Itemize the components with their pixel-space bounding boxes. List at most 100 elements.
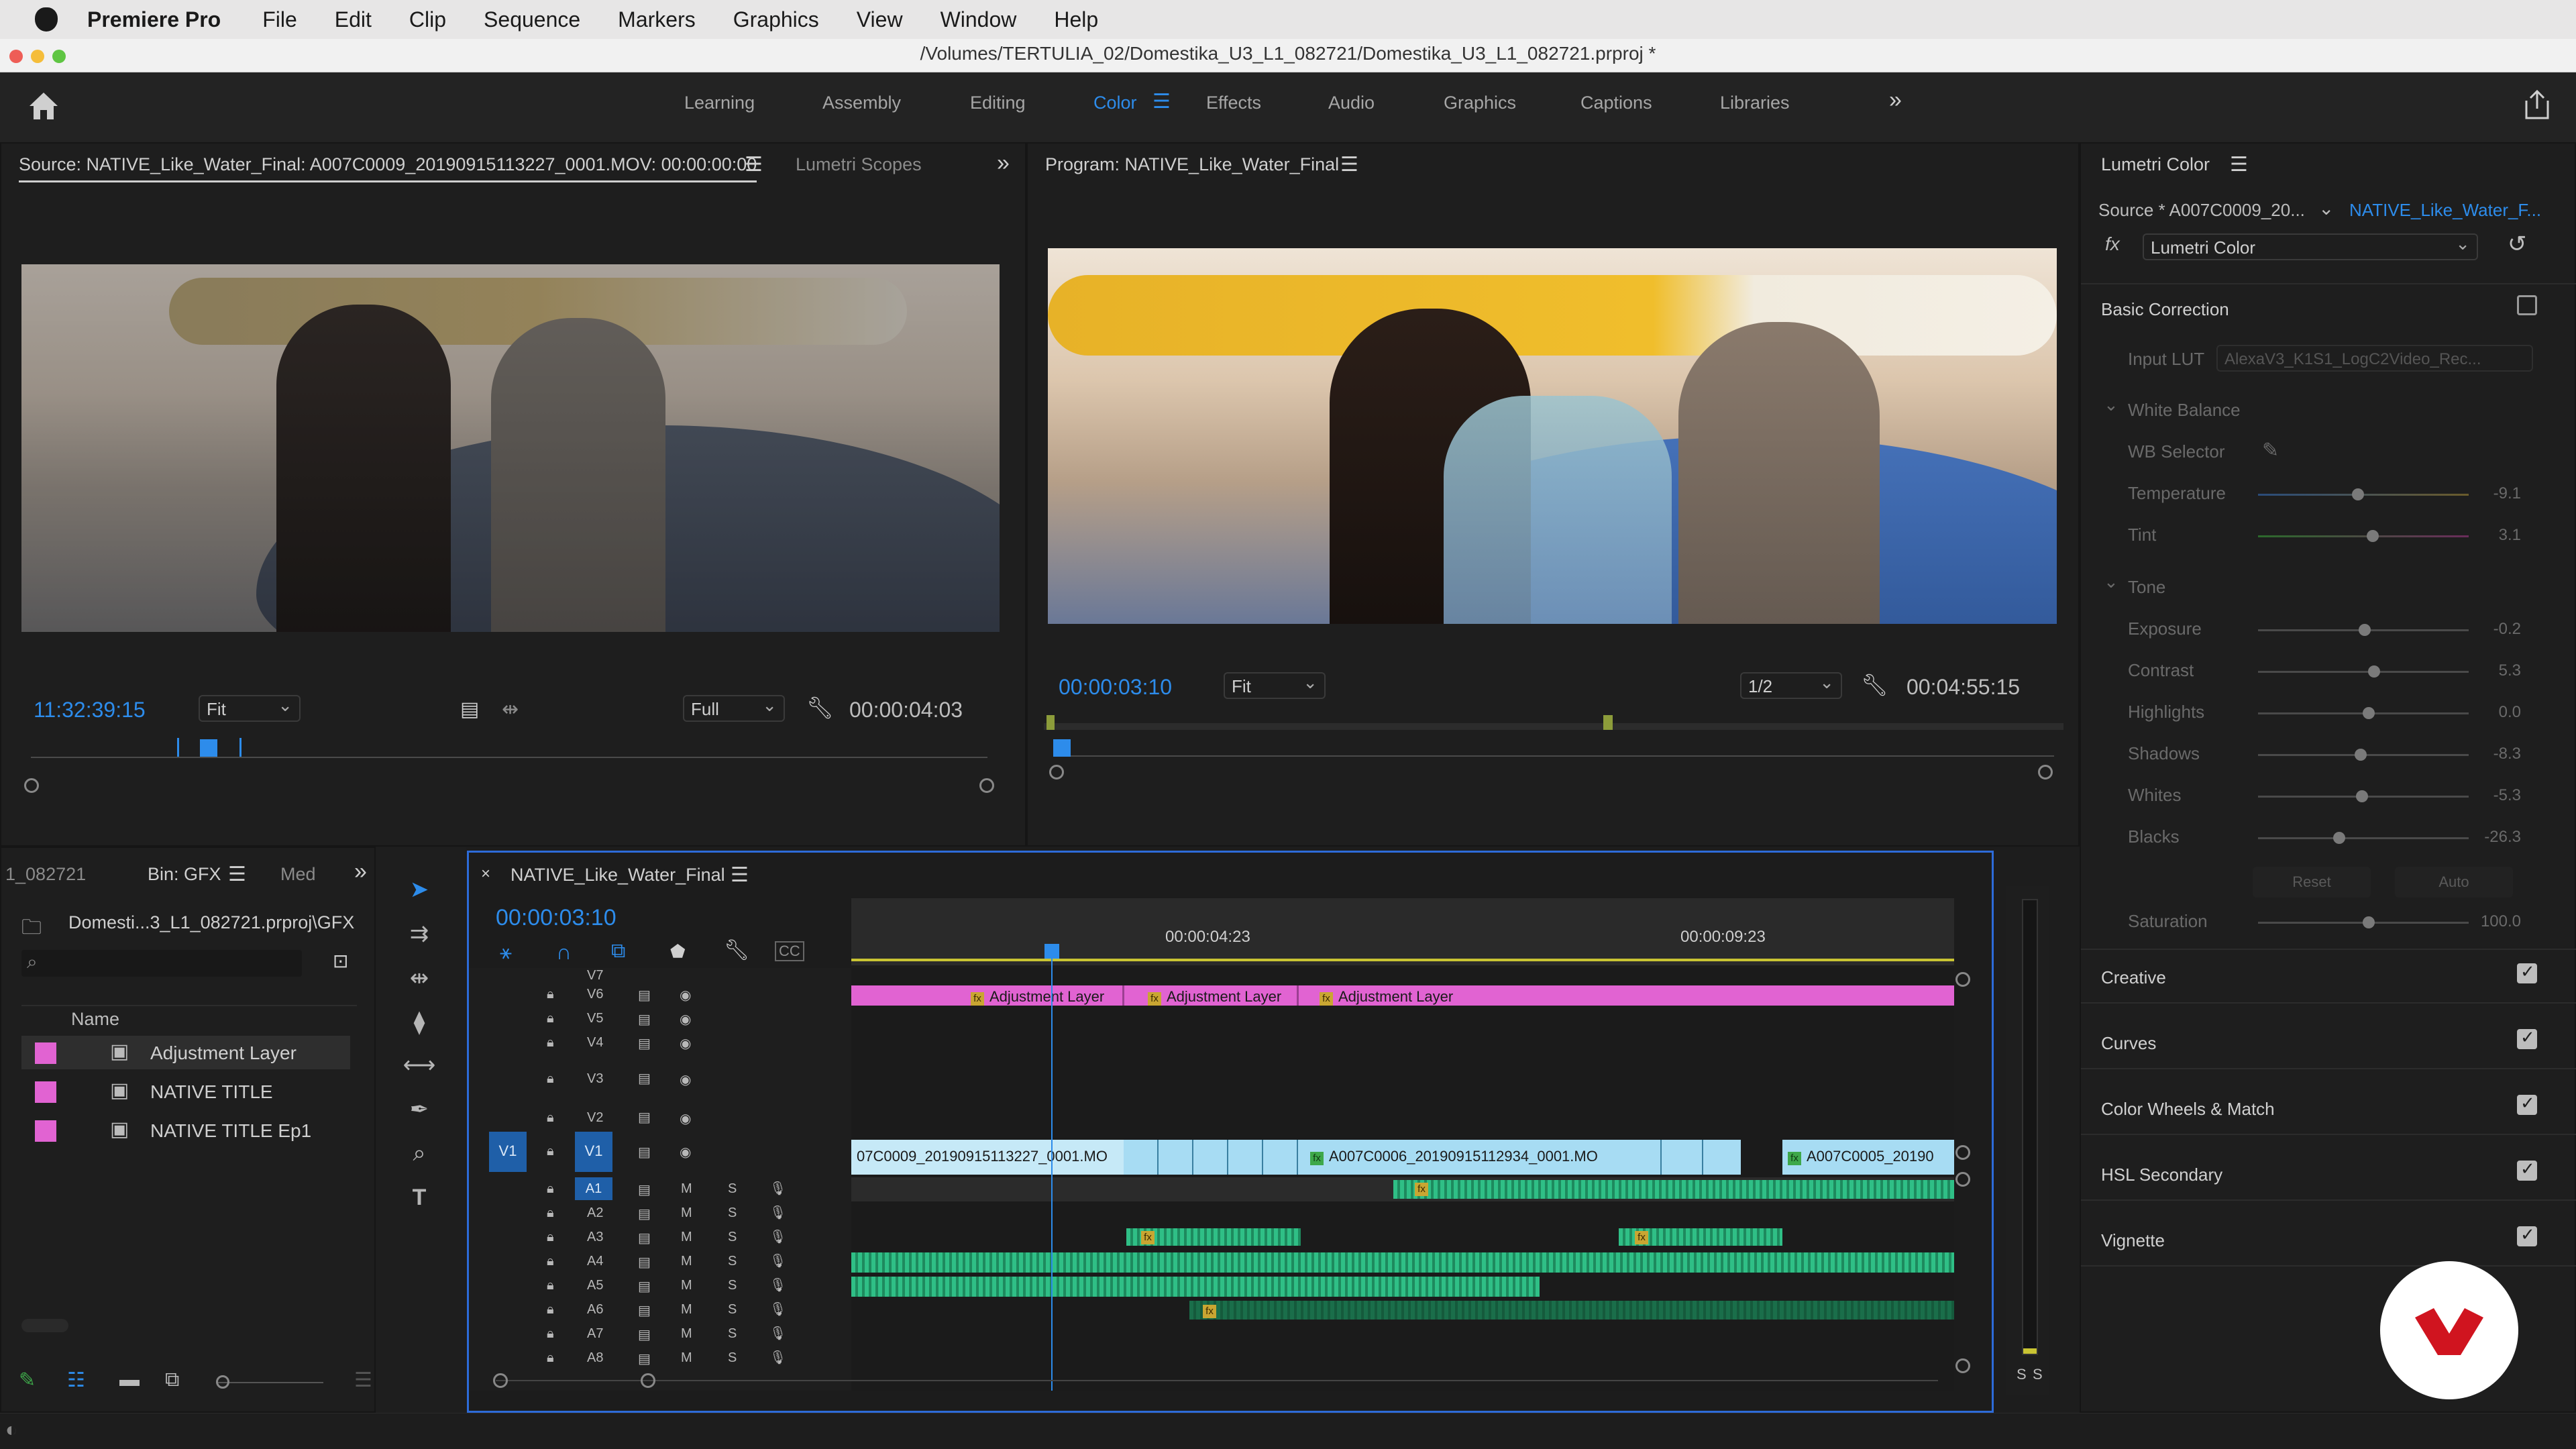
shadows-value[interactable]: -8.3: [2467, 745, 2521, 763]
program-monitor-tab[interactable]: Program: NATIVE_Like_Water_Final: [1045, 154, 1339, 175]
tint-value[interactable]: 3.1: [2467, 526, 2521, 545]
timeline-playhead-timecode[interactable]: 00:00:03:10: [496, 905, 616, 931]
lock-icon[interactable]: 🔒︎: [547, 1278, 554, 1293]
bin-item-native-title[interactable]: ▣ NATIVE TITLE: [21, 1075, 350, 1108]
pen-tool-icon[interactable]: ✒: [402, 1096, 436, 1130]
sync-lock-icon[interactable]: ▤: [638, 1254, 651, 1271]
solo-button[interactable]: S: [728, 1302, 737, 1318]
panel-menu-icon[interactable]: ☰: [228, 863, 246, 886]
eye-icon[interactable]: ◉: [680, 1144, 691, 1161]
program-in-marker[interactable]: [1046, 715, 1055, 730]
panel-menu-icon[interactable]: ☰: [354, 1368, 372, 1392]
video-clip[interactable]: fx A007C0006_20190915112934_0001.MO: [1305, 1140, 1620, 1175]
microphone-icon[interactable]: 🎙︎: [769, 1228, 786, 1245]
wrench-icon[interactable]: 🔧︎: [724, 938, 749, 962]
program-work-area-bar[interactable]: [1044, 723, 2063, 730]
workspace-color[interactable]: Color: [1093, 93, 1137, 113]
home-icon[interactable]: [27, 90, 60, 122]
microphone-icon[interactable]: 🎙︎: [769, 1325, 786, 1342]
adjustment-layer-clip[interactable]: fx Adjustment Layer: [1142, 985, 1301, 1006]
saturation-value[interactable]: 100.0: [2467, 912, 2521, 931]
close-tab-icon[interactable]: ×: [481, 865, 490, 883]
mute-button[interactable]: M: [681, 1326, 692, 1342]
whites-value[interactable]: -5.3: [2467, 786, 2521, 805]
basic-correction-checkbox[interactable]: [2517, 295, 2537, 315]
double-chevron-right-icon[interactable]: »: [354, 859, 367, 885]
solo-button[interactable]: S: [728, 1181, 737, 1197]
label-color-swatch[interactable]: [35, 1120, 56, 1142]
media-browser-tab[interactable]: Med: [280, 864, 316, 885]
solo-button[interactable]: S: [728, 1350, 737, 1366]
workspace-effects[interactable]: Effects: [1206, 93, 1261, 113]
microphone-icon[interactable]: 🎙︎: [769, 1252, 786, 1269]
menu-view[interactable]: View: [857, 7, 903, 32]
menu-file[interactable]: File: [262, 7, 297, 32]
timeline-ruler[interactable]: 00:00:04:23 00:00:09:23: [851, 898, 1954, 965]
panel-menu-icon[interactable]: ☰: [745, 153, 763, 176]
input-lut-dropdown[interactable]: AlexaV3_K1S1_LogC2Video_Rec...: [2216, 345, 2533, 372]
sync-lock-icon[interactable]: ▤: [638, 1070, 651, 1087]
lock-icon[interactable]: 🔒︎: [547, 1071, 554, 1087]
source-time-ruler[interactable]: [31, 757, 987, 758]
exposure-value[interactable]: -0.2: [2467, 620, 2521, 639]
white-balance-header[interactable]: White Balance: [2128, 400, 2241, 421]
blacks-slider[interactable]: [2258, 832, 2469, 844]
audio-clip[interactable]: [1393, 1180, 1954, 1199]
label-color-swatch[interactable]: [35, 1042, 56, 1064]
workspace-assembly[interactable]: Assembly: [822, 93, 901, 113]
menu-window[interactable]: Window: [941, 7, 1017, 32]
timeline-playhead-handle[interactable]: [1044, 944, 1059, 959]
bin-item-native-title-ep1[interactable]: ▣ NATIVE TITLE Ep1: [21, 1114, 350, 1147]
hsl-secondary-checkbox[interactable]: [2517, 1159, 2537, 1181]
panel-menu-icon[interactable]: ☰: [2230, 153, 2248, 176]
reset-button[interactable]: Reset: [2253, 867, 2371, 898]
workspace-audio[interactable]: Audio: [1328, 93, 1375, 113]
whites-slider[interactable]: [2258, 790, 2469, 802]
solo-right-button[interactable]: S: [2033, 1366, 2043, 1383]
vertical-zoom-handle[interactable]: [1955, 1172, 1970, 1187]
edit-point[interactable]: [1122, 985, 1124, 1006]
sync-lock-icon[interactable]: ▤: [638, 1205, 651, 1222]
zoom-handle-right[interactable]: [979, 778, 994, 793]
lock-icon[interactable]: 🔒︎: [547, 1326, 554, 1342]
nest-toggle-icon[interactable]: ⚹: [500, 941, 512, 964]
exposure-slider[interactable]: [2258, 624, 2469, 636]
zoom-handle-right[interactable]: [2038, 765, 2053, 780]
sync-lock-icon[interactable]: ▤: [638, 1035, 651, 1052]
highlights-slider[interactable]: [2258, 707, 2469, 719]
menu-edit[interactable]: Edit: [335, 7, 372, 32]
label-color-swatch[interactable]: [35, 1081, 56, 1103]
sync-lock-icon[interactable]: ▤: [638, 1181, 651, 1198]
add-marker-icon[interactable]: ⬟: [670, 941, 686, 962]
vignette-checkbox[interactable]: [2517, 1224, 2537, 1246]
source-playhead[interactable]: [200, 739, 217, 757]
saturation-slider[interactable]: [2258, 916, 2469, 928]
curves-header[interactable]: Curves: [2101, 1033, 2156, 1054]
workspace-editing[interactable]: Editing: [970, 93, 1026, 113]
menu-sequence[interactable]: Sequence: [484, 7, 580, 32]
source-patch-v1[interactable]: V1: [489, 1132, 527, 1172]
lumetri-effect-dropdown[interactable]: Lumetri Color: [2143, 233, 2478, 260]
audio-clip[interactable]: [851, 1277, 1540, 1297]
sync-lock-icon[interactable]: ▤: [638, 1350, 651, 1367]
apple-icon[interactable]: [35, 7, 58, 32]
timeline-playhead-line[interactable]: [1051, 949, 1053, 1391]
workspace-captions[interactable]: Captions: [1580, 93, 1652, 113]
sync-lock-icon[interactable]: ▤: [638, 987, 651, 1004]
color-wheels-checkbox[interactable]: [2517, 1093, 2537, 1115]
contrast-value[interactable]: 5.3: [2467, 661, 2521, 680]
name-column-header[interactable]: Name: [71, 1009, 119, 1030]
workspace-learning[interactable]: Learning: [684, 93, 755, 113]
sync-lock-icon[interactable]: ▤: [638, 1011, 651, 1028]
mute-button[interactable]: M: [681, 1350, 692, 1366]
program-playhead-timecode[interactable]: 00:00:03:10: [1059, 675, 1172, 700]
basic-correction-header[interactable]: Basic Correction: [2101, 299, 2229, 320]
lumetri-color-tab[interactable]: Lumetri Color: [2101, 154, 2210, 175]
sync-lock-icon[interactable]: ▤: [638, 1278, 651, 1295]
edit-point[interactable]: [1297, 985, 1299, 1006]
program-resolution-dropdown[interactable]: 1/2: [1740, 672, 1842, 699]
zoom-slider[interactable]: [216, 1375, 323, 1389]
audio-clip[interactable]: [1189, 1301, 1954, 1320]
mute-button[interactable]: M: [681, 1181, 692, 1197]
wrench-icon[interactable]: 🔧︎: [806, 695, 834, 720]
